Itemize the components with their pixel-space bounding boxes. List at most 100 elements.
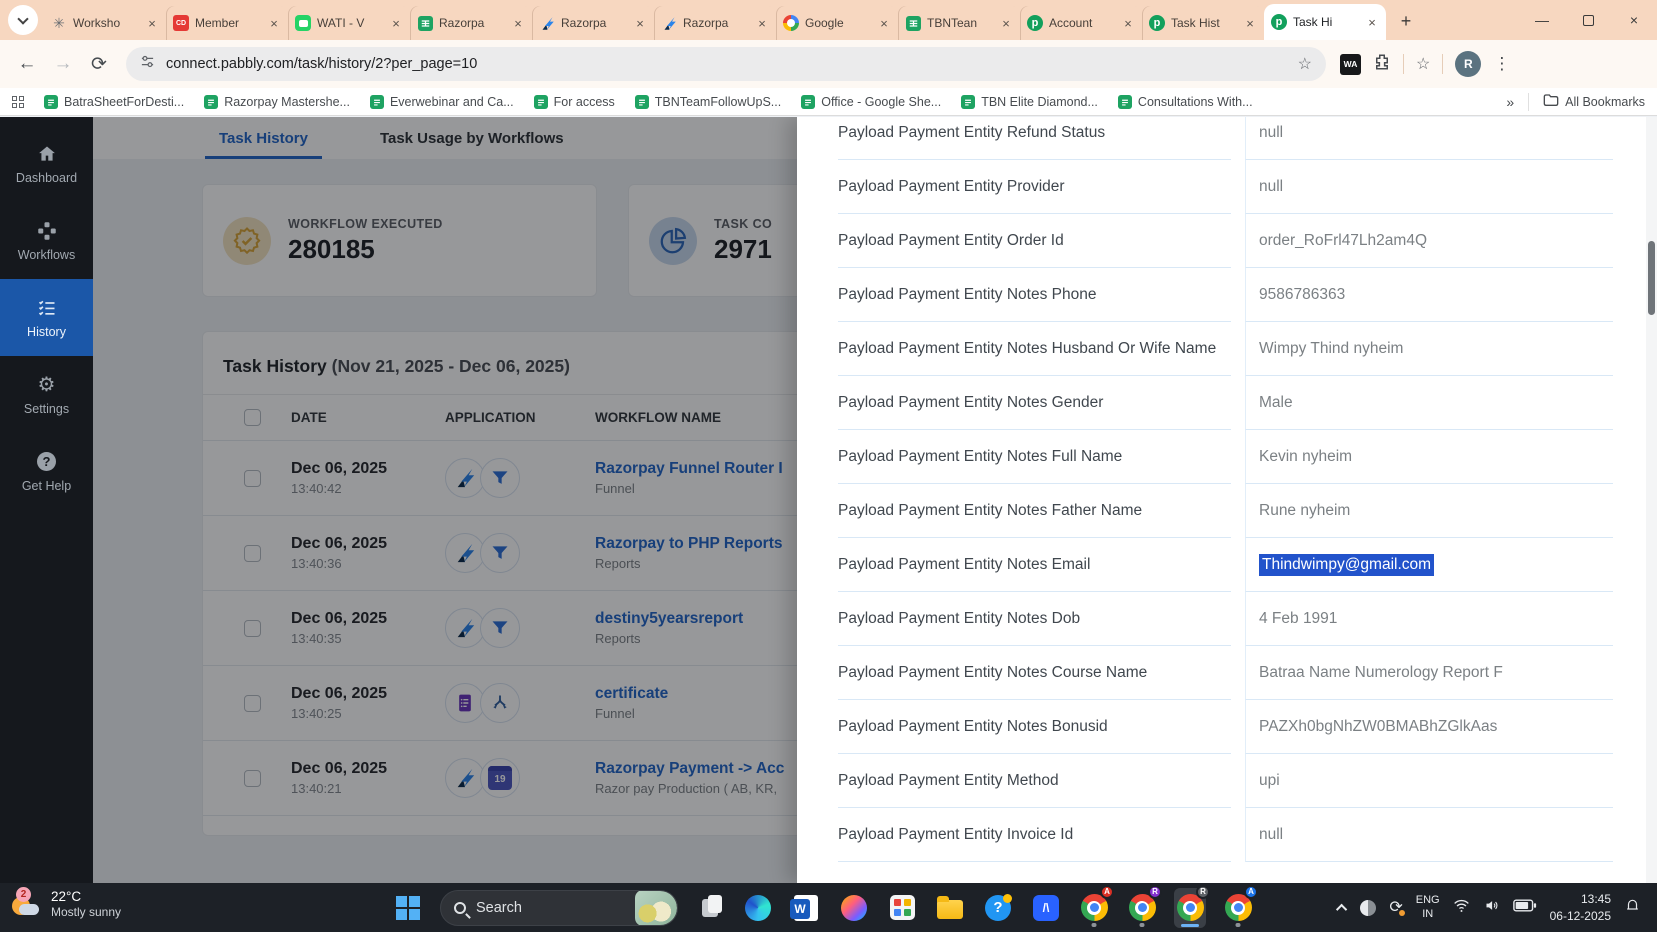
word-app[interactable] (790, 888, 822, 928)
payload-value[interactable]: 9586786363 (1245, 268, 1613, 322)
browser-tab[interactable]: Razorpa × (654, 6, 776, 40)
sheets-icon (801, 95, 815, 109)
close-icon[interactable]: × (1365, 15, 1379, 30)
bookmark-item[interactable]: For access (534, 95, 615, 109)
wa-extension-icon[interactable]: WA (1340, 54, 1361, 75)
page-scrollbar[interactable] (1646, 117, 1657, 883)
browser-menu-icon[interactable]: ⋮ (1493, 54, 1510, 74)
tab-search-button[interactable] (8, 5, 38, 35)
browser-tab[interactable]: TBNTean × (898, 6, 1020, 40)
copilot-app[interactable] (838, 888, 870, 928)
payload-value[interactable]: Wimpy Thind nyheim (1245, 322, 1613, 376)
bookmark-item[interactable]: Everwebinar and Ca... (370, 95, 514, 109)
maximize-button[interactable] (1565, 0, 1611, 40)
close-icon[interactable]: × (145, 16, 159, 31)
extensions-puzzle-icon[interactable] (1373, 53, 1391, 76)
language-indicator[interactable]: ENG IN (1416, 894, 1440, 922)
side-panel-star-icon[interactable]: ☆ (1416, 54, 1430, 74)
close-icon[interactable]: × (1121, 16, 1135, 31)
onedrive-icon[interactable] (1360, 900, 1376, 916)
forward-button[interactable]: → (46, 47, 80, 81)
bookmark-item[interactable]: Consultations With... (1118, 95, 1253, 109)
close-icon[interactable]: × (1243, 16, 1257, 31)
search-daily-image[interactable] (635, 890, 677, 926)
chrome-profile-3-active[interactable]: R (1174, 888, 1206, 928)
browser-tab[interactable]: WATI - V × (288, 6, 410, 40)
taskbar-search[interactable]: Search (440, 890, 678, 926)
browser-tab-active[interactable]: p Task Hi × (1264, 4, 1386, 40)
monday-app[interactable]: /\ (1030, 888, 1062, 928)
bookmarks-overflow-icon[interactable]: » (1506, 94, 1514, 110)
bookmark-item[interactable]: TBN Elite Diamond... (961, 95, 1098, 109)
store-app[interactable] (886, 888, 918, 928)
task-view-button[interactable] (694, 888, 726, 928)
sidebar-item-get-help[interactable]: ? Get Help (0, 433, 93, 510)
payload-value[interactable]: null (1245, 117, 1613, 160)
browser-tab[interactable]: Razorpa × (410, 6, 532, 40)
site-info-icon[interactable] (140, 54, 155, 74)
bookmark-star-icon[interactable]: ☆ (1298, 54, 1312, 74)
weather-widget[interactable]: 2 22°C Mostly sunny (10, 889, 121, 919)
reload-button[interactable]: ⟳ (82, 47, 116, 81)
sidebar-item-dashboard[interactable]: Dashboard (0, 125, 93, 202)
tray-expand-icon[interactable] (1336, 903, 1347, 914)
volume-icon[interactable] (1483, 898, 1500, 918)
payload-value[interactable]: null (1245, 160, 1613, 214)
close-icon[interactable]: × (755, 16, 769, 31)
sidebar-item-history[interactable]: History (0, 279, 93, 356)
start-button[interactable] (392, 888, 424, 928)
payload-value[interactable]: Batraa Name Numerology Report F (1245, 646, 1613, 700)
payload-value[interactable]: null (1245, 808, 1613, 862)
clock[interactable]: 13:45 06-12-2025 (1550, 891, 1611, 923)
browser-tab[interactable]: Google × (776, 6, 898, 40)
chrome-profile-1[interactable]: A (1078, 888, 1110, 928)
payload-value[interactable]: Kevin nyheim (1245, 430, 1613, 484)
modal-backdrop[interactable] (93, 117, 797, 883)
apps-grid-icon[interactable] (12, 96, 24, 108)
help-app[interactable]: ? (982, 888, 1014, 928)
sidebar-item-settings[interactable]: ⚙ Settings (0, 356, 93, 433)
update-sync-icon[interactable]: ⟳ (1389, 900, 1402, 916)
payload-value[interactable]: order_RoFrl47Lh2am4Q (1245, 214, 1613, 268)
minimize-button[interactable]: — (1519, 0, 1565, 40)
bookmark-item[interactable]: TBNTeamFollowUpS... (635, 95, 781, 109)
payload-value-selected[interactable]: Thindwimpy@gmail.com (1245, 538, 1613, 592)
battery-icon[interactable] (1513, 899, 1537, 917)
close-icon[interactable]: × (999, 16, 1013, 31)
close-icon[interactable]: × (633, 16, 647, 31)
chrome-profile-2[interactable]: R (1126, 888, 1158, 928)
browser-tab[interactable]: CD Member × (166, 6, 288, 40)
browser-tab[interactable]: p Task Hist × (1142, 6, 1264, 40)
close-icon[interactable]: × (267, 16, 281, 31)
wifi-icon[interactable] (1453, 898, 1470, 918)
file-explorer-app[interactable] (934, 888, 966, 928)
close-icon[interactable]: × (511, 16, 525, 31)
payload-value[interactable]: upi (1245, 754, 1613, 808)
new-tab-button[interactable]: + (1392, 7, 1420, 35)
browser-tab[interactable]: ✳ Worksho × (44, 6, 166, 40)
close-icon[interactable]: × (877, 16, 891, 31)
close-icon[interactable]: × (389, 16, 403, 31)
profile-avatar[interactable]: R (1455, 51, 1481, 77)
back-button[interactable]: ← (10, 47, 44, 81)
all-bookmarks-button[interactable]: All Bookmarks (1543, 93, 1645, 110)
payload-value[interactable]: Rune nyheim (1245, 484, 1613, 538)
close-window-button[interactable]: × (1611, 0, 1657, 40)
scrollbar-thumb[interactable] (1648, 241, 1655, 315)
address-bar[interactable]: connect.pabbly.com/task/history/2?per_pa… (126, 47, 1326, 81)
url-text[interactable]: connect.pabbly.com/task/history/2?per_pa… (166, 56, 1287, 72)
notification-bell-icon[interactable] (1624, 897, 1641, 918)
bookmark-item[interactable]: BatraSheetForDesti... (44, 95, 184, 109)
edge-app[interactable] (742, 888, 774, 928)
browser-tab[interactable]: Razorpa × (532, 6, 654, 40)
sidebar-item-workflows[interactable]: Workflows (0, 202, 93, 279)
payload-value[interactable]: PAZXh0bgNhZW0BMABhZGlkAas (1245, 700, 1613, 754)
bookmark-item[interactable]: Razorpay Mastershe... (204, 95, 350, 109)
payload-value[interactable]: 4 Feb 1991 (1245, 592, 1613, 646)
bookmark-label: TBNTeamFollowUpS... (655, 95, 781, 109)
payload-value[interactable]: Male (1245, 376, 1613, 430)
browser-tab[interactable]: p Account × (1020, 6, 1142, 40)
sheets-icon (534, 95, 548, 109)
bookmark-item[interactable]: Office - Google She... (801, 95, 941, 109)
chrome-profile-4[interactable]: A (1222, 888, 1254, 928)
